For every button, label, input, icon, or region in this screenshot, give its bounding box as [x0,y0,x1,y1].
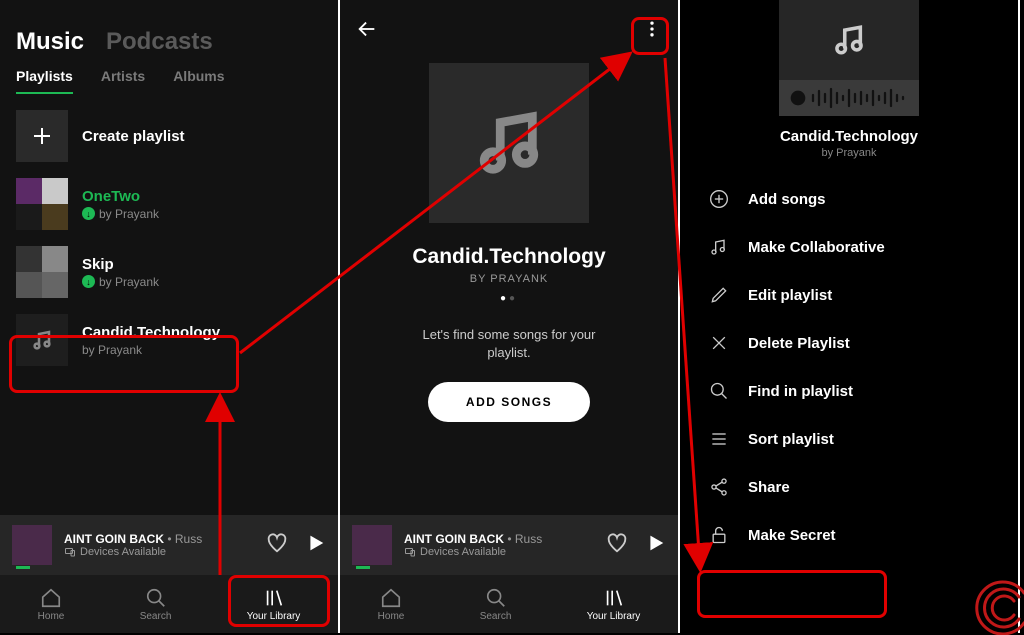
menu-label: Share [748,479,790,496]
playlist-cover-placeholder [429,63,589,223]
playlist-row-skip[interactable]: Skip ↓ by Prayank [0,238,338,306]
playlist-title: Candid.Technology [680,128,1018,145]
search-icon [708,380,730,402]
nav-search-label: Search [140,611,172,622]
menu-label: Edit playlist [748,287,832,304]
pencil-icon [708,284,730,306]
subtab-playlists[interactable]: Playlists [16,68,73,94]
add-songs-button[interactable]: ADD SONGS [428,382,590,422]
library-sub-tabs: Playlists Artists Albums [0,68,338,102]
devices-label: Devices Available [420,546,506,558]
menu-label: Make Secret [748,527,836,544]
now-playing-bar[interactable]: AINT GOIN BACK • Russ Devices Available [340,515,678,575]
now-playing-art [352,525,392,565]
nav-library[interactable]: Your Library [587,587,641,622]
playlist-screen: Candid.Technology BY PRAYANK ●● Let's fi… [340,0,680,633]
menu-find-in-playlist[interactable]: Find in playlist [680,367,1018,415]
menu-sort-playlist[interactable]: Sort playlist [680,415,1018,463]
create-playlist-row[interactable]: Create playlist [0,102,338,170]
downloaded-icon: ↓ [82,207,95,220]
now-playing-artist: Russ [515,532,542,546]
nav-library-label: Your Library [247,611,301,622]
playlist-name: Candid.Technology [82,324,220,341]
nav-home-label: Home [38,611,65,622]
play-icon[interactable] [644,532,666,559]
like-icon[interactable] [606,532,628,559]
menu-edit-playlist[interactable]: Edit playlist [680,271,1018,319]
create-playlist-label: Create playlist [82,128,185,145]
menu-label: Sort playlist [748,431,834,448]
now-playing-title: AINT GOIN BACK [64,532,164,546]
page-indicator: ●● [340,293,678,304]
spotify-code[interactable] [779,80,919,116]
playlist-art [16,246,68,298]
share-icon [708,476,730,498]
subtab-albums[interactable]: Albums [173,68,224,94]
downloaded-icon: ↓ [82,275,95,288]
menu-delete-playlist[interactable]: Delete Playlist [680,319,1018,367]
menu-make-collaborative[interactable]: Make Collaborative [680,223,1018,271]
tab-music[interactable]: Music [16,28,84,56]
nav-home[interactable]: Home [378,587,405,622]
devices-label: Devices Available [80,546,166,558]
playlist-author: BY PRAYANK [340,273,678,285]
playlist-sub: ↓ by Prayank [82,275,159,289]
now-playing-bar[interactable]: AINT GOIN BACK • Russ Devices Available [0,515,338,575]
bottom-nav: Home Search Your Library [0,575,338,633]
playlist-name: OneTwo [82,188,159,205]
playlist-art [16,178,68,230]
playlist-by: by Prayank [82,343,220,357]
playlist-row-onetwo[interactable]: OneTwo ↓ by Prayank [0,170,338,238]
bottom-nav: Home Search Your Library [340,575,678,633]
plus-circle-icon [708,188,730,210]
playlist-row-candid[interactable]: Candid.Technology by Prayank [0,306,338,374]
subtab-artists[interactable]: Artists [101,68,145,94]
devices-available[interactable]: Devices Available [404,546,594,558]
now-playing-artist: Russ [175,532,202,546]
menu-label: Add songs [748,191,826,208]
playlist-title: Candid.Technology [340,245,678,269]
nav-home-label: Home [378,611,405,622]
playlist-sub: ↓ by Prayank [82,207,159,221]
nav-library-label: Your Library [587,611,641,622]
playlist-author: by Prayank [680,147,1018,159]
nav-search[interactable]: Search [140,587,172,622]
nav-search[interactable]: Search [480,587,512,622]
music-note-icon [708,236,730,258]
menu-add-songs[interactable]: Add songs [680,175,1018,223]
library-screen: Music Podcasts Playlists Artists Albums … [0,0,340,633]
like-icon[interactable] [266,532,288,559]
now-playing-title: AINT GOIN BACK [404,532,504,546]
play-icon[interactable] [304,532,326,559]
playlist-options-menu: Candid.Technology by Prayank Add songs M… [680,0,1020,633]
plus-icon [16,110,68,162]
menu-share[interactable]: Share [680,463,1018,511]
menu-label: Make Collaborative [748,239,885,256]
devices-available[interactable]: Devices Available [64,546,254,558]
lock-open-icon [708,524,730,546]
menu-label: Find in playlist [748,383,853,400]
tab-podcasts[interactable]: Podcasts [106,28,213,56]
playlist-by: by Prayank [99,275,159,289]
nav-home[interactable]: Home [38,587,65,622]
menu-label: Delete Playlist [748,335,850,352]
brand-logo-icon [974,575,1024,635]
x-icon [708,332,730,354]
nav-library[interactable]: Your Library [247,587,301,622]
playlist-art-small [779,0,919,80]
sort-icon [708,428,730,450]
now-playing-text: AINT GOIN BACK • Russ Devices Available [404,532,594,558]
options-menu: Add songs Make Collaborative Edit playli… [680,175,1018,559]
now-playing-text: AINT GOIN BACK • Russ Devices Available [64,532,254,558]
more-icon[interactable] [642,19,662,44]
playlist-empty-message: Let's find some songs for yourplaylist. [340,326,678,362]
playlist-name: Skip [82,256,159,273]
playlist-art-placeholder [16,314,68,366]
now-playing-art [12,525,52,565]
menu-make-secret[interactable]: Make Secret [680,511,1018,559]
playlist-by: by Prayank [99,207,159,221]
library-top-tabs: Music Podcasts [0,0,338,68]
back-icon[interactable] [356,18,378,45]
nav-search-label: Search [480,611,512,622]
